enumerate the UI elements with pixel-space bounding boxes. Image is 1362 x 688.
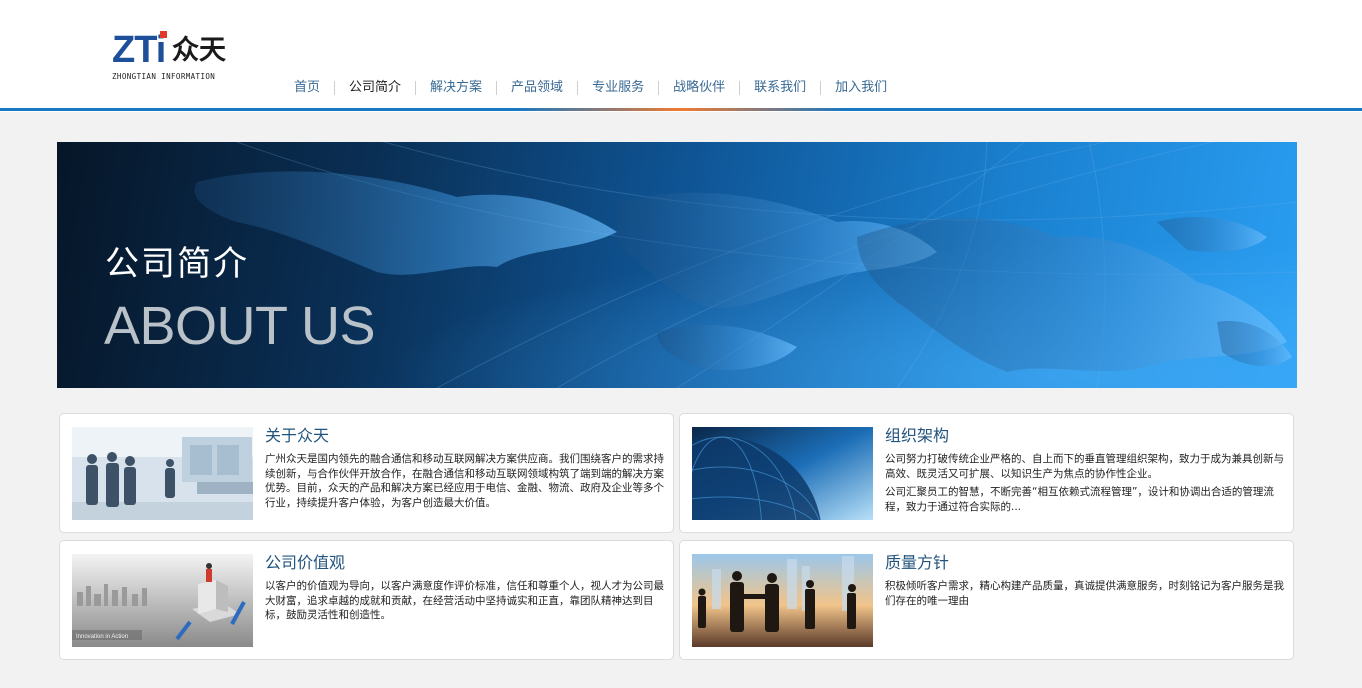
card-title[interactable]: 组织架构 [885, 424, 949, 448]
card-description: 广州众天是国内领先的融合通信和移动互联网解决方案供应商。我们围绕客户的需求持续创… [265, 452, 665, 510]
logo-mark: ZTi [112, 29, 167, 71]
card-paragraph: 以客户的价值观为导向，以客户满意度作评价标准，信任和尊重个人，视人才为公司最大财… [265, 580, 664, 621]
nav-contact[interactable]: 联系我们 [740, 78, 820, 98]
organization-image[interactable] [692, 427, 873, 520]
main-nav: 首页 公司简介 解决方案 产品领域 专业服务 战略伙伴 联系我们 加入我们 [280, 77, 901, 99]
company-logo[interactable]: ZTi 众天 ZHONGTIAN INFORMATION [112, 30, 252, 86]
card-organization: 组织架构 公司努力打破传统企业严格的、自上而下的垂直管理组织架构，致力于成为兼具… [679, 413, 1294, 533]
nav-services[interactable]: 专业服务 [578, 78, 658, 98]
quality-image[interactable] [692, 554, 873, 647]
nav-partners[interactable]: 战略伙伴 [659, 78, 739, 98]
card-title[interactable]: 关于众天 [265, 424, 329, 448]
card-quality: 质量方针 积极倾听客户需求，精心构建产品质量，真诚提供满意服务，时刻铭记为客户服… [679, 540, 1294, 660]
card-paragraph: 广州众天是国内领先的融合通信和移动互联网解决方案供应商。我们围绕客户的需求持续创… [265, 453, 664, 509]
nav-company-profile[interactable]: 公司简介 [335, 78, 415, 98]
card-title[interactable]: 公司价值观 [265, 551, 345, 575]
banner-title-english: ABOUT US [104, 296, 376, 356]
site-header: ZTi 众天 ZHONGTIAN INFORMATION 首页 公司简介 解决方… [0, 0, 1362, 112]
header-accent-line [0, 108, 1362, 111]
about-image[interactable] [72, 427, 253, 520]
about-banner: 公司简介 ABOUT US [57, 142, 1297, 388]
card-description: 积极倾听客户需求，精心构建产品质量，真诚提供满意服务，时刻铭记为客户服务是我们存… [885, 579, 1285, 608]
logo-chinese-name: 众天 [172, 35, 226, 66]
card-paragraph: 公司汇聚员工的智慧，不断完善“相互依赖式流程管理”，设计和协调出合适的管理流程，… [885, 486, 1274, 513]
card-values: Innovation in Action 公司价值观 以客户的价值观为导向，以客… [59, 540, 674, 660]
card-description: 以客户的价值观为导向，以客户满意度作评价标准，信任和尊重个人，视人才为公司最大财… [265, 579, 665, 623]
card-paragraph: 公司努力打破传统企业严格的、自上而下的垂直管理组织架构，致力于成为兼具创新与高效… [885, 453, 1284, 480]
card-about: 关于众天 广州众天是国内领先的融合通信和移动互联网解决方案供应商。我们围绕客户的… [59, 413, 674, 533]
card-paragraph: 积极倾听客户需求，精心构建产品质量，真诚提供满意服务，时刻铭记为客户服务是我们存… [885, 580, 1284, 607]
nav-careers[interactable]: 加入我们 [821, 78, 901, 98]
nav-home[interactable]: 首页 [280, 78, 334, 98]
image-caption: Innovation in Action [76, 634, 128, 640]
logo-dot-icon [160, 31, 167, 38]
values-image[interactable]: Innovation in Action [72, 554, 253, 647]
nav-solutions[interactable]: 解决方案 [416, 78, 496, 98]
card-title[interactable]: 质量方针 [885, 551, 949, 575]
nav-products[interactable]: 产品领域 [497, 78, 577, 98]
card-description: 公司努力打破传统企业严格的、自上而下的垂直管理组织架构，致力于成为兼具创新与高效… [885, 452, 1285, 514]
logo-subtitle: ZHONGTIAN INFORMATION [112, 72, 216, 81]
banner-title-chinese: 公司简介 [105, 244, 249, 284]
